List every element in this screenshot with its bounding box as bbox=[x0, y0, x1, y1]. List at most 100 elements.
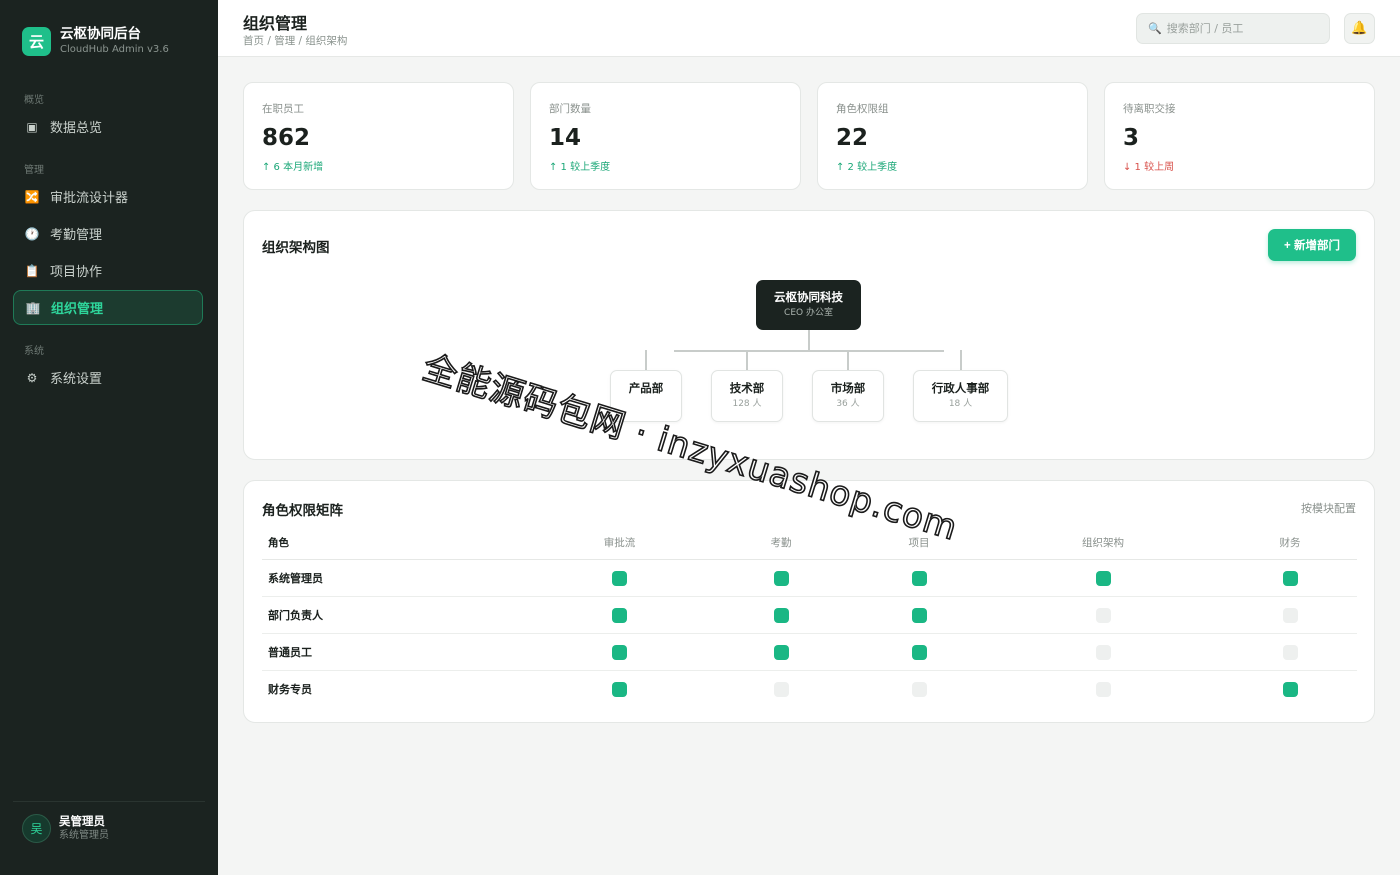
permission-cell bbox=[983, 633, 1223, 671]
org-root-name: 云枢协同科技 bbox=[774, 290, 843, 304]
org-node-hr[interactable]: 行政人事部 18 人 bbox=[913, 370, 1008, 422]
column-header: 审批流 bbox=[532, 526, 707, 560]
add-department-button[interactable]: + 新增部门 bbox=[1268, 229, 1356, 261]
permission-granted-toggle[interactable] bbox=[773, 608, 789, 623]
permission-granted-toggle[interactable] bbox=[1282, 682, 1298, 698]
nav-item-label: 系统设置 bbox=[50, 372, 103, 387]
user-role: 系统管理员 bbox=[59, 830, 109, 841]
permission-denied-toggle[interactable] bbox=[1095, 682, 1111, 698]
org-node-marketing[interactable]: 市场部 36 人 bbox=[812, 370, 884, 422]
permission-granted-toggle[interactable] bbox=[612, 608, 627, 623]
stat-value: 14 bbox=[549, 125, 582, 151]
topbar: 组织管理 首页 / 管理 / 组织架构 🔍 🔔 bbox=[218, 0, 1400, 57]
permission-granted-toggle[interactable] bbox=[773, 645, 789, 660]
permission-cell bbox=[707, 670, 855, 707]
org-node-count: 18 人 bbox=[948, 399, 973, 409]
nav-item-label: 项目协作 bbox=[50, 265, 103, 280]
permission-denied-toggle[interactable] bbox=[1095, 645, 1111, 660]
permission-granted-toggle[interactable] bbox=[612, 645, 627, 660]
permission-denied-toggle[interactable] bbox=[1282, 645, 1298, 660]
nav-item-dashboard[interactable]: ▣ 数据总览 bbox=[13, 109, 203, 144]
nav-item-attendance[interactable]: 🕐 考勤管理 bbox=[13, 216, 203, 251]
nav-item-organization[interactable]: 🏢 组织管理 bbox=[13, 290, 203, 325]
stat-card-employees: 在职员工 862 ↑ 6 本月新增 bbox=[243, 82, 514, 190]
org-connector bbox=[847, 350, 849, 370]
org-node-product[interactable]: 产品部 bbox=[610, 370, 682, 422]
stat-card-departments: 部门数量 14 ↑ 1 较上季度 bbox=[530, 82, 801, 190]
permission-cell bbox=[707, 559, 855, 597]
clipboard-icon: 📋 bbox=[24, 263, 40, 278]
configure-by-module-link[interactable]: 按模块配置 bbox=[1301, 500, 1356, 516]
org-root-node[interactable]: 云枢协同科技 CEO 办公室 bbox=[756, 280, 861, 330]
table-row: 财务专员 bbox=[262, 670, 1357, 707]
org-node-tech[interactable]: 技术部 128 人 bbox=[711, 370, 783, 422]
brand-logo: 云 bbox=[22, 27, 51, 56]
user-profile[interactable]: 吴 吴管理员 系统管理员 bbox=[22, 814, 109, 843]
permission-granted-toggle[interactable] bbox=[773, 571, 789, 586]
permission-cell bbox=[532, 596, 707, 634]
notification-button[interactable]: 🔔 bbox=[1344, 13, 1375, 44]
nav-item-label: 审批流设计器 bbox=[50, 191, 129, 206]
role-name: 系统管理员 bbox=[262, 559, 532, 597]
clock-icon: 🕐 bbox=[24, 226, 40, 241]
search-input[interactable] bbox=[1166, 22, 1317, 35]
permission-granted-toggle[interactable] bbox=[1282, 571, 1298, 586]
org-connector bbox=[746, 350, 748, 370]
org-root-sub: CEO 办公室 bbox=[784, 308, 833, 318]
dashboard-icon: ▣ bbox=[26, 119, 38, 134]
nav-item-workflow[interactable]: 🔀 审批流设计器 bbox=[13, 179, 203, 214]
building-icon: 🏢 bbox=[25, 300, 41, 315]
nav-item-settings[interactable]: ⚙ 系统设置 bbox=[13, 360, 203, 395]
permission-cell bbox=[855, 596, 983, 634]
permission-granted-toggle[interactable] bbox=[1095, 571, 1111, 586]
permission-cell bbox=[983, 559, 1223, 597]
nav-section-manage: 管理 bbox=[24, 165, 44, 176]
bell-icon: 🔔 bbox=[1351, 21, 1368, 36]
permission-matrix-panel: 角色权限矩阵 按模块配置 角色 审批流 考勤 项目 组织架构 财务 系统管理员部… bbox=[243, 480, 1375, 723]
permission-matrix-title: 角色权限矩阵 bbox=[262, 503, 343, 519]
permission-cell bbox=[532, 633, 707, 671]
permission-denied-toggle[interactable] bbox=[1282, 608, 1298, 623]
permission-denied-toggle[interactable] bbox=[1095, 608, 1111, 623]
org-chart-title: 组织架构图 bbox=[262, 240, 330, 256]
nav-section-overview: 概览 bbox=[24, 95, 44, 106]
column-header: 角色 bbox=[262, 526, 532, 560]
table-row: 系统管理员 bbox=[262, 559, 1357, 597]
brand-version: CloudHub Admin v3.6 bbox=[60, 44, 169, 55]
column-header: 财务 bbox=[1223, 526, 1357, 560]
nav-item-projects[interactable]: 📋 项目协作 bbox=[13, 253, 203, 288]
permission-cell bbox=[855, 559, 983, 597]
permission-cell bbox=[1223, 596, 1357, 634]
stat-label: 在职员工 bbox=[262, 103, 304, 115]
workflow-icon: 🔀 bbox=[24, 189, 40, 204]
org-node-count: 128 人 bbox=[732, 399, 762, 409]
breadcrumb[interactable]: 首页 / 管理 / 组织架构 bbox=[243, 33, 347, 48]
permission-denied-toggle[interactable] bbox=[773, 682, 789, 698]
role-name: 部门负责人 bbox=[262, 596, 532, 634]
permission-granted-toggle[interactable] bbox=[612, 571, 627, 586]
permission-denied-toggle[interactable] bbox=[911, 682, 927, 698]
permission-granted-toggle[interactable] bbox=[612, 682, 627, 698]
permission-granted-toggle[interactable] bbox=[911, 608, 927, 623]
stat-card-roles: 角色权限组 22 ↑ 2 较上季度 bbox=[817, 82, 1088, 190]
table-row: 普通员工 bbox=[262, 633, 1357, 671]
brand: 云 云枢协同后台 CloudHub Admin v3.6 bbox=[22, 26, 169, 57]
brand-name: 云枢协同后台 bbox=[60, 26, 141, 42]
permission-cell bbox=[532, 559, 707, 597]
org-node-count: 36 人 bbox=[836, 399, 860, 409]
permission-cell bbox=[983, 596, 1223, 634]
permission-cell bbox=[707, 596, 855, 634]
sidebar: 云 云枢协同后台 CloudHub Admin v3.6 概览 ▣ 数据总览 管… bbox=[0, 0, 218, 875]
org-connector bbox=[808, 330, 810, 351]
nav-item-label: 考勤管理 bbox=[50, 228, 103, 243]
stat-value: 862 bbox=[262, 125, 311, 151]
permission-granted-toggle[interactable] bbox=[911, 645, 927, 660]
search-box[interactable]: 🔍 bbox=[1136, 13, 1330, 44]
stat-label: 待离职交接 bbox=[1123, 103, 1176, 115]
org-node-name: 市场部 bbox=[830, 381, 866, 395]
org-node-name: 技术部 bbox=[729, 381, 765, 395]
permission-granted-toggle[interactable] bbox=[911, 571, 927, 586]
avatar: 吴 bbox=[22, 814, 51, 843]
org-connector bbox=[645, 350, 647, 370]
permission-cell bbox=[855, 633, 983, 671]
